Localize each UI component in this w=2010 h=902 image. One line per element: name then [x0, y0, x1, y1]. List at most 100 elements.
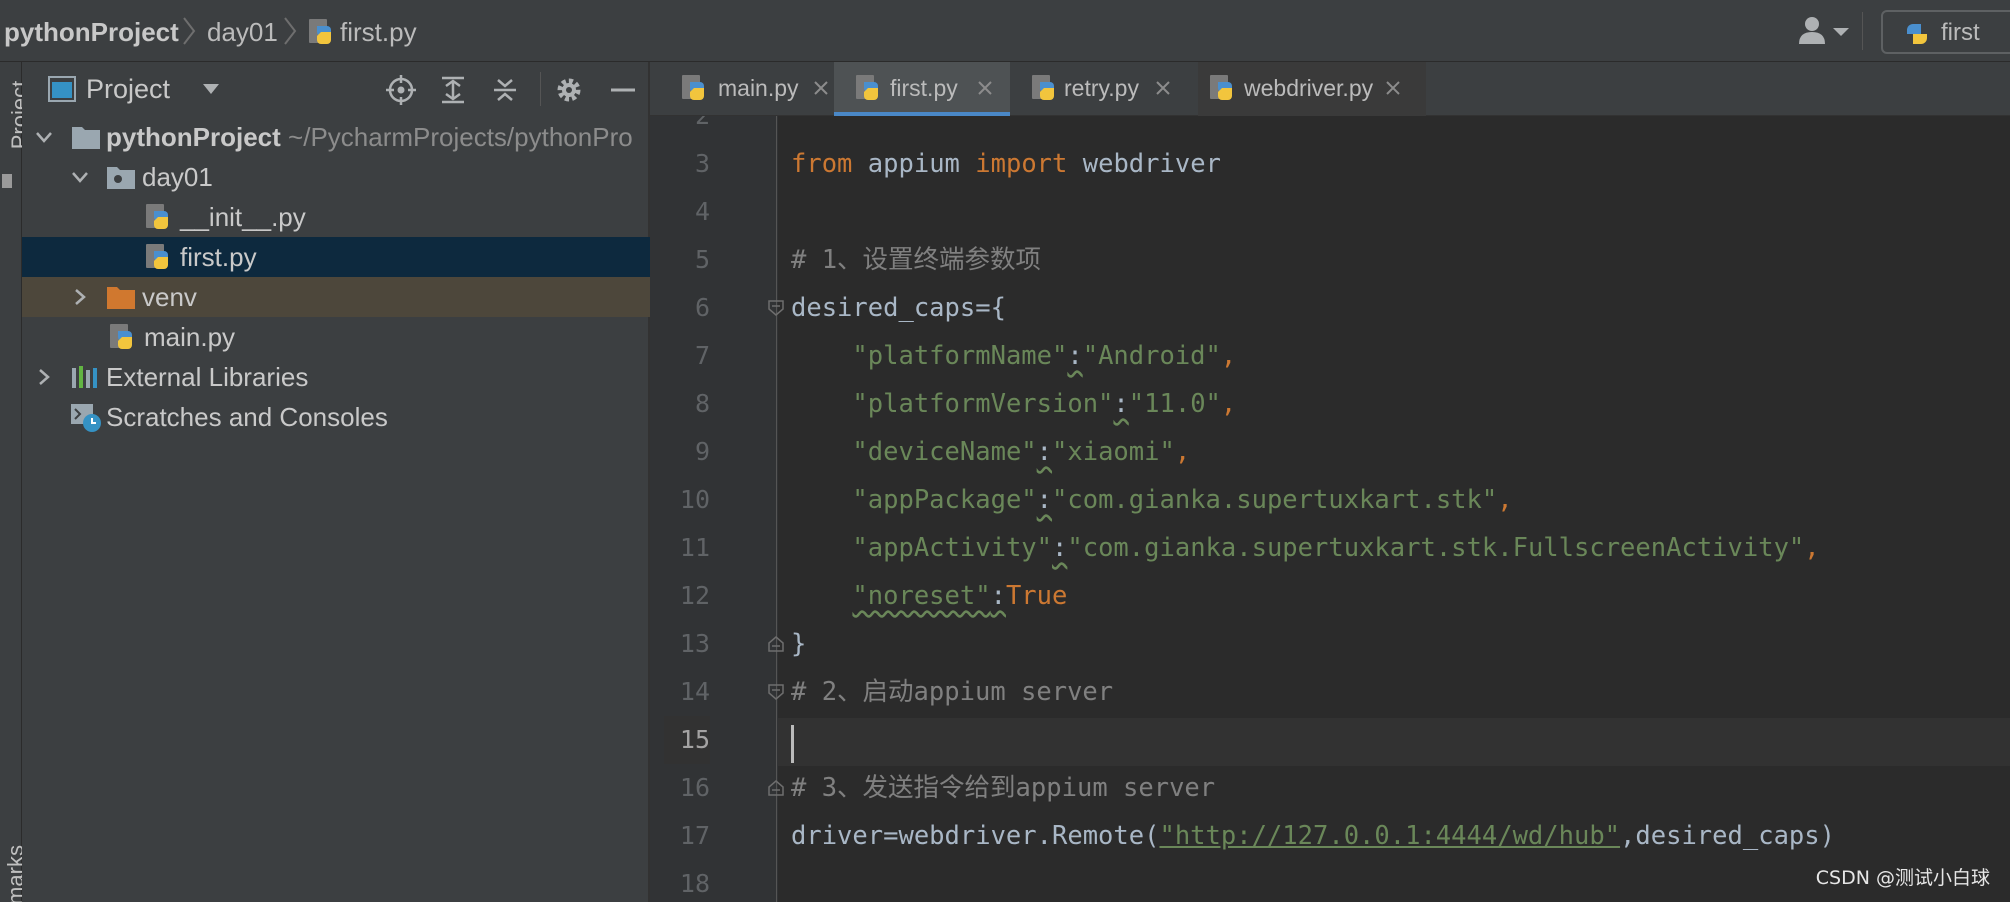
tab-label: webdriver.py [1244, 75, 1374, 101]
tree-item-label: Scratches and Consoles [106, 402, 388, 432]
chevron-right-icon[interactable] [70, 287, 90, 307]
line-number: 12 [679, 581, 710, 610]
code-line-12: "noreset":True [852, 581, 1068, 611]
code-line-7: "platformName":"Android", [852, 341, 1237, 371]
chevron-down-icon[interactable] [34, 127, 54, 147]
code-editor[interactable]: 2 3 4 5 6 7 8 9 10 11 12 13 14 15 16 17 … [650, 116, 2010, 902]
fold-open-icon[interactable] [767, 299, 785, 317]
code-line-10: "appPackage":"com.gianka.supertuxkart.st… [852, 485, 1513, 515]
fold-close-icon[interactable] [767, 779, 785, 797]
line-number: 7 [694, 341, 710, 370]
tree-item-init-py[interactable]: __init__.py [22, 197, 650, 237]
line-number: 4 [694, 197, 710, 226]
tab-label: retry.py [1064, 75, 1139, 101]
tree-item-first-py[interactable]: first.py [22, 237, 650, 277]
tree-item-day01[interactable]: day01 [22, 157, 650, 197]
locate-file-icon[interactable] [386, 75, 416, 105]
tree-item-scratches[interactable]: Scratches and Consoles [22, 397, 650, 437]
project-stripe-icon [2, 174, 12, 188]
line-number: 3 [694, 149, 710, 178]
run-configuration-label: first [1941, 19, 1980, 46]
line-number: 16 [679, 773, 710, 802]
editor-tabs: main.py first.py retry.py webdriver.py [650, 62, 2010, 116]
fold-close-icon[interactable] [767, 635, 785, 653]
tab-main-py[interactable]: main.py [660, 62, 830, 116]
python-file-icon [110, 324, 132, 349]
code-line-17: driver=webdriver.Remote("http://127.0.0.… [791, 821, 1835, 851]
tree-item-external-libraries[interactable]: External Libraries [22, 357, 650, 397]
close-icon[interactable] [1384, 79, 1402, 97]
breadcrumb-file[interactable]: first.py [340, 0, 417, 62]
python-file-icon [856, 75, 878, 100]
line-number: 6 [694, 293, 710, 322]
navigation-bar: pythonProject day01 first.py first [0, 0, 2010, 62]
tree-item-pythonproject[interactable]: pythonProject ~/PycharmProjects/pythonPr… [22, 117, 650, 157]
scratches-icon [71, 404, 101, 432]
package-folder-icon [107, 167, 135, 189]
toolbar-divider [1862, 12, 1863, 50]
tab-webdriver-py[interactable]: webdriver.py [1198, 62, 1426, 116]
python-icon [1907, 24, 1927, 44]
chevron-down-icon[interactable] [202, 83, 220, 95]
python-file-icon [1210, 75, 1232, 100]
breadcrumb-folder[interactable]: day01 [207, 0, 278, 62]
line-number: 5 [694, 245, 710, 274]
run-configuration-selector[interactable]: first [1881, 10, 2010, 54]
tree-item-label: External Libraries [106, 362, 309, 392]
breadcrumb-separator-icon [284, 17, 297, 45]
breadcrumb-project[interactable]: pythonProject [4, 0, 179, 62]
hide-panel-icon[interactable] [608, 75, 638, 105]
code-line-9: "deviceName":"xiaomi", [852, 437, 1191, 467]
code-line-3: from appium import webdriver [791, 149, 1221, 179]
line-number: 2 [664, 116, 710, 140]
tree-item-label: venv [142, 282, 197, 312]
user-account-icon[interactable] [1795, 14, 1851, 48]
close-icon[interactable] [976, 79, 994, 97]
tab-first-py[interactable]: first.py [834, 62, 1010, 116]
project-view-icon [48, 76, 76, 102]
line-number-gutter: 2 3 4 5 6 7 8 9 10 11 12 13 14 15 16 17 … [650, 116, 778, 902]
project-panel: Project pythonProject ~/PycharmProjects/… [22, 62, 650, 902]
line-number: 10 [679, 485, 710, 514]
line-number: 11 [679, 533, 710, 562]
fold-open-icon[interactable] [767, 683, 785, 701]
text-caret [791, 725, 794, 763]
close-icon[interactable] [1154, 79, 1172, 97]
code-line-16: # 3、发送指令给到appium server [791, 773, 1216, 803]
tree-item-label: main.py [144, 322, 236, 352]
project-view-selector[interactable]: Project [86, 62, 170, 116]
breadcrumb-separator-icon [183, 17, 196, 45]
libraries-icon [72, 366, 97, 388]
tree-item-label: pythonProject ~/PycharmProjects/pythonPr… [106, 122, 633, 152]
python-file-icon [146, 244, 168, 269]
tree-item-label: __init__.py [180, 202, 306, 232]
line-number: 18 [679, 869, 710, 898]
gear-icon[interactable] [554, 75, 584, 105]
python-file-icon [682, 75, 704, 100]
close-icon[interactable] [812, 79, 830, 97]
code-line-6: desired_caps={ [791, 293, 1006, 323]
code-line-8: "platformVersion":"11.0", [852, 389, 1237, 419]
tree-item-venv[interactable]: venv [22, 277, 650, 317]
python-file-icon [1032, 75, 1054, 100]
url-link[interactable]: "http://127.0.0.1:4444/wd/hub" [1159, 821, 1620, 851]
project-panel-header: Project [22, 62, 650, 116]
line-number: 13 [679, 629, 710, 658]
chevron-down-icon[interactable] [70, 167, 90, 187]
python-file-icon [146, 204, 168, 229]
project-path: ~/PycharmProjects/pythonPro [288, 122, 633, 152]
folder-icon [72, 127, 100, 149]
chevron-right-icon[interactable] [34, 367, 54, 387]
python-file-icon [309, 19, 331, 44]
line-number-current: 15 [664, 716, 710, 764]
code-line-14: # 2、启动appium server [791, 677, 1114, 707]
tab-label: first.py [890, 75, 958, 101]
expand-all-icon[interactable] [438, 75, 468, 105]
line-number: 14 [679, 677, 710, 706]
collapse-all-icon[interactable] [490, 75, 520, 105]
line-number: 17 [679, 821, 710, 850]
tab-retry-py[interactable]: retry.py [1014, 62, 1194, 116]
tree-item-main-py[interactable]: main.py [22, 317, 650, 357]
tree-item-label: first.py [180, 242, 257, 272]
code-line-5: # 1、设置终端参数项 [791, 245, 1042, 275]
